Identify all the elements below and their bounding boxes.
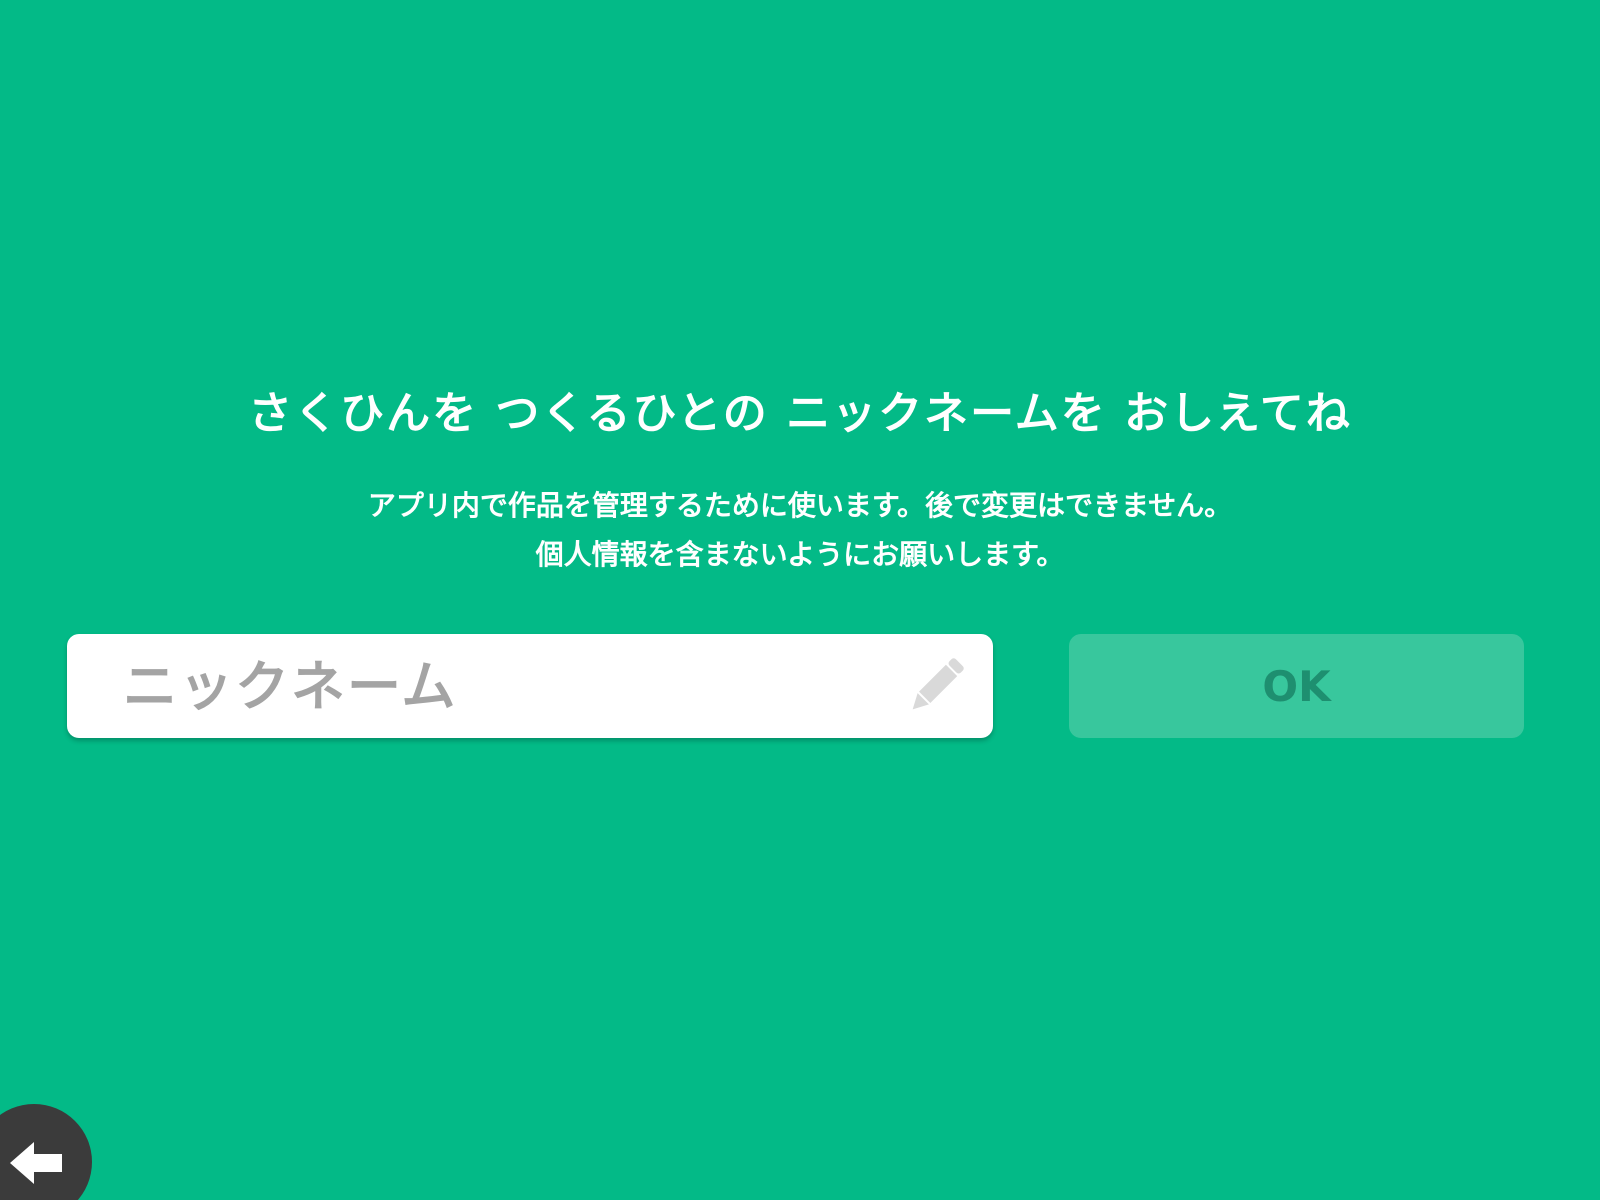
description-line-2: 個人情報を含まないようにお願いします。 (535, 538, 1065, 571)
nickname-field[interactable] (67, 634, 993, 738)
pencil-icon (912, 658, 964, 710)
arrow-left-icon (10, 1142, 62, 1184)
page-title: さくひんを つくるひとの ニックネームを おしえてね (248, 388, 1352, 439)
back-button[interactable] (0, 1104, 92, 1200)
nickname-input[interactable] (123, 646, 901, 726)
ok-button[interactable]: OK (1069, 634, 1524, 738)
description-line-1: アプリ内で作品を管理するために使います。後で変更はできません。 (367, 489, 1233, 522)
